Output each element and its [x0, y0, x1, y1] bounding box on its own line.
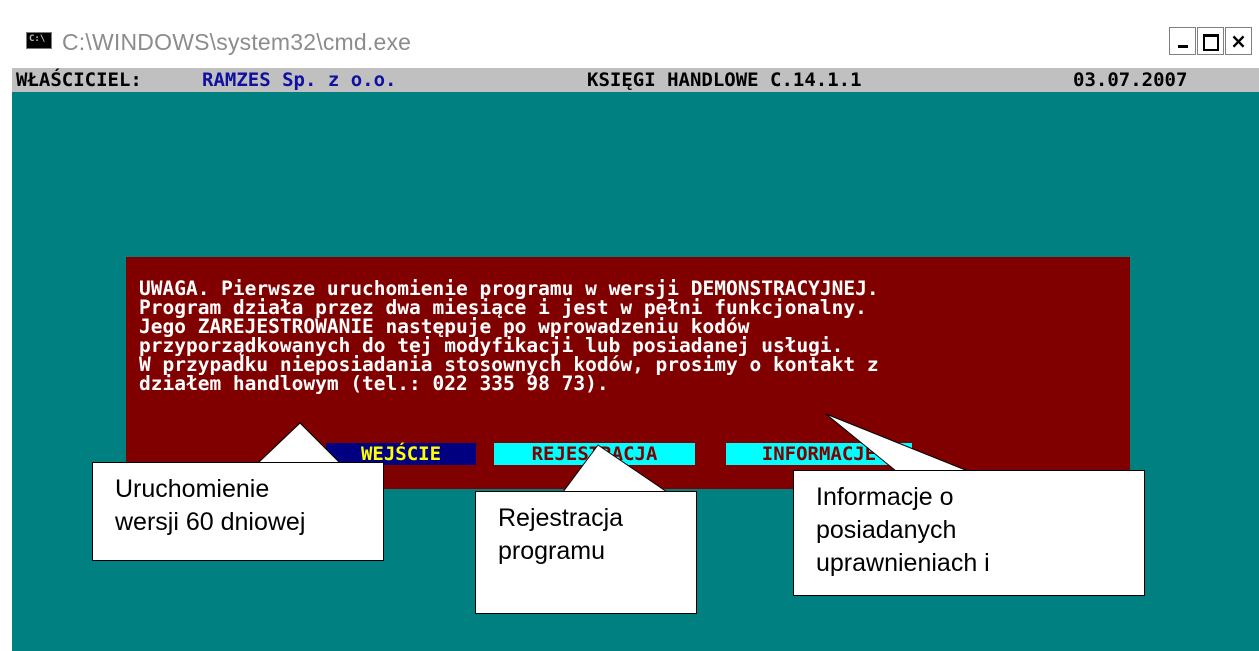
callout-information: Informacje o posiadanych uprawnieniach i — [793, 470, 1145, 596]
callout-line: wersji 60 dniowej — [115, 508, 306, 536]
callout-arrow-2 — [562, 444, 669, 493]
callout-line: uprawnieniach i — [816, 549, 990, 577]
callout-trial-version: Uruchomienie wersji 60 dniowej — [92, 462, 384, 561]
callout-line: Informacje o — [816, 483, 954, 511]
callout-line: Uruchomienie — [115, 475, 270, 503]
callout-line: Rejestracja — [498, 504, 624, 532]
callout-arrow-3 — [825, 413, 969, 472]
callout-line: posiadanych — [816, 516, 957, 544]
callout-line: programu — [498, 537, 605, 565]
callout-arrow-1 — [256, 422, 342, 464]
callout-registration: Rejestracja programu — [475, 491, 697, 614]
